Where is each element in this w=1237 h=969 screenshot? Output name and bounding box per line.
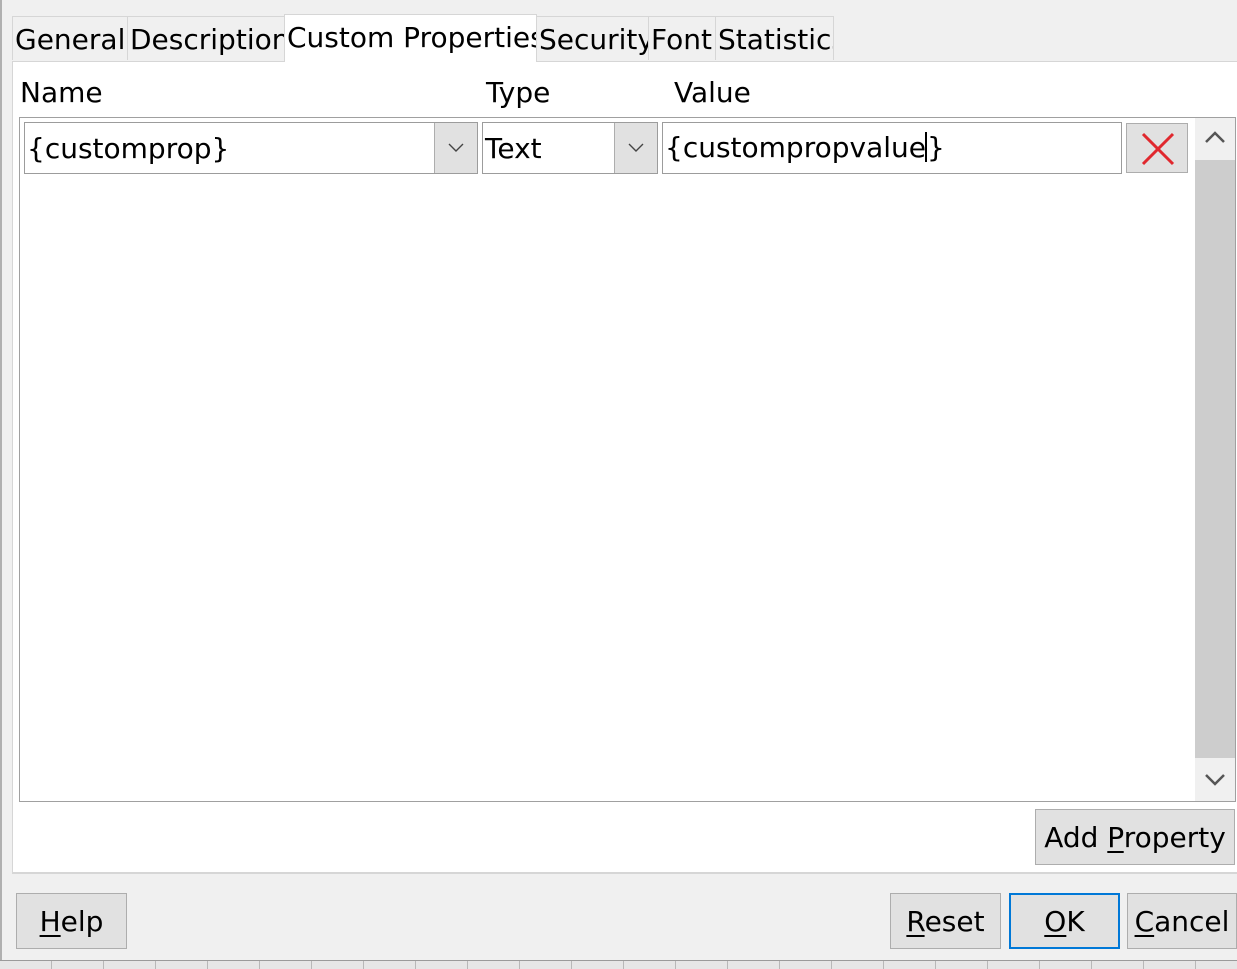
text-caret bbox=[924, 132, 927, 162]
tab-security[interactable]: Security bbox=[536, 16, 649, 60]
button-label: K bbox=[1066, 905, 1085, 938]
property-type-value: Text bbox=[485, 132, 542, 165]
button-label: ancel bbox=[1154, 905, 1230, 938]
column-header-name: Name bbox=[20, 76, 103, 109]
tab-label: Description bbox=[130, 23, 285, 56]
tab-label: Font bbox=[651, 23, 712, 56]
tab-general[interactable]: General bbox=[12, 16, 128, 60]
column-header-value: Value bbox=[674, 76, 751, 109]
button-mnemonic: P bbox=[1107, 821, 1124, 854]
column-header-type: Type bbox=[486, 76, 551, 109]
property-value-text: {custompropvalue} bbox=[665, 123, 945, 173]
button-label: Add bbox=[1044, 821, 1108, 854]
value-text-after-caret: } bbox=[926, 131, 945, 164]
reset-button[interactable]: Reset bbox=[890, 893, 1001, 949]
tab-statistics[interactable]: Statistics bbox=[715, 16, 834, 60]
properties-list[interactable]: {customprop} Text {custompropvalue} bbox=[19, 117, 1236, 802]
close-icon bbox=[1141, 132, 1175, 166]
scroll-thumb[interactable] bbox=[1195, 160, 1235, 758]
chevron-up-icon bbox=[1205, 131, 1225, 143]
button-label: elp bbox=[60, 905, 104, 938]
tab-label: General bbox=[15, 23, 126, 56]
dialog-left-edge bbox=[0, 0, 2, 968]
ok-button[interactable]: OK bbox=[1009, 893, 1120, 949]
tab-label: Statistics bbox=[718, 23, 834, 56]
property-value-field[interactable]: {custompropvalue} bbox=[662, 122, 1122, 174]
custom-properties-page: Name Type Value {customprop} Text {custo… bbox=[12, 61, 1237, 873]
button-label: roperty bbox=[1123, 821, 1226, 854]
help-button[interactable]: Help bbox=[16, 893, 127, 949]
cancel-button[interactable]: Cancel bbox=[1127, 893, 1237, 949]
button-mnemonic: H bbox=[39, 905, 61, 938]
value-text-before-caret: {custompropvalue bbox=[665, 131, 926, 164]
property-type-combobox[interactable]: Text bbox=[482, 122, 658, 174]
add-property-button[interactable]: Add Property bbox=[1035, 809, 1235, 865]
button-mnemonic: R bbox=[906, 905, 925, 938]
remove-property-button[interactable] bbox=[1126, 123, 1188, 173]
name-dropdown-button[interactable] bbox=[434, 123, 477, 173]
tab-description[interactable]: Description bbox=[127, 16, 285, 60]
tab-label: Security bbox=[539, 23, 649, 56]
tab-custom-properties[interactable]: Custom Properties bbox=[284, 14, 537, 62]
scroll-up-button[interactable] bbox=[1195, 118, 1235, 158]
scroll-down-button[interactable] bbox=[1195, 761, 1235, 801]
chevron-down-icon bbox=[448, 143, 464, 152]
button-label: eset bbox=[924, 905, 985, 938]
chevron-down-icon bbox=[1205, 774, 1225, 786]
button-mnemonic: C bbox=[1134, 905, 1155, 938]
page-separator bbox=[12, 873, 1237, 874]
vertical-scrollbar[interactable] bbox=[1195, 118, 1235, 801]
property-name-value: {customprop} bbox=[27, 132, 230, 165]
chevron-down-icon bbox=[628, 143, 644, 152]
tab-font[interactable]: Font bbox=[648, 16, 716, 60]
button-mnemonic: O bbox=[1044, 905, 1067, 938]
tab-label: Custom Properties bbox=[287, 21, 537, 54]
property-name-combobox[interactable]: {customprop} bbox=[24, 122, 478, 174]
type-dropdown-button[interactable] bbox=[614, 123, 657, 173]
